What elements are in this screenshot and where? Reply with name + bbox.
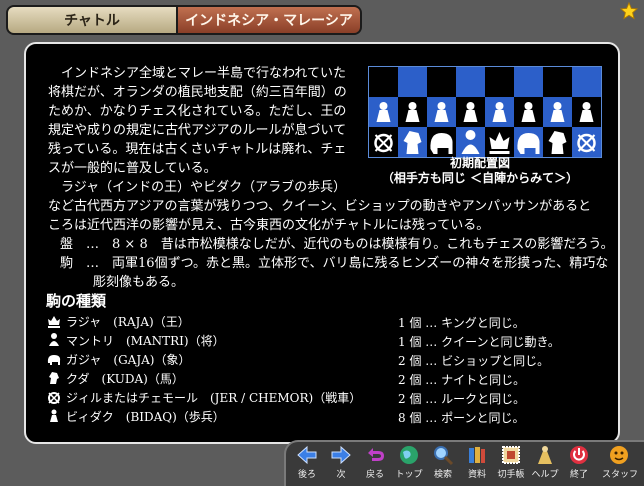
intro-line: 将棋だが、オランダの植民地支配（約三百年間）の <box>48 85 347 100</box>
board-square <box>514 67 543 97</box>
intro-line: スが一般的に普及している。 <box>48 161 217 176</box>
stamp-icon <box>502 446 520 464</box>
back-arrow-icon <box>297 445 317 465</box>
note-label: 盤 <box>60 237 74 252</box>
navigation-toolbar: 後ろ 次 戻る トップ 検索 資料 切手帳 ヘルプ 終了 スタッフ <box>284 440 644 486</box>
power-icon <box>570 446 588 464</box>
board-square <box>369 67 398 97</box>
piece-row-mantri: マントリ (MANTRI)（将） <box>46 331 225 349</box>
intro-line: ラジャ（インドの王）やビダク（アラブの歩兵） <box>48 180 347 195</box>
materials-button[interactable]: 資料 <box>462 444 492 484</box>
stamp-book-button[interactable]: 切手帳 <box>496 444 526 484</box>
caption-title: 初期配置図 <box>449 156 510 170</box>
piece-name: ガジャ (GAJA)（象） <box>66 352 191 367</box>
tab-bar: チャトル インドネシア・マレーシア <box>6 5 362 35</box>
intro-line: 残っている。現在は古くさいチャトルは廃れ、チェ <box>48 142 347 157</box>
button-label: 次 <box>336 470 346 480</box>
board-square <box>485 67 514 97</box>
intro-text: インドネシア全域とマレー半島で行なわれていた 将棋だが、オランダの植民地支配（約… <box>48 64 347 197</box>
piece-row-kuda: クダ (KUDA)（馬） <box>46 369 184 387</box>
top-button[interactable]: トップ <box>394 444 424 484</box>
piece-name: マントリ (MANTRI)（将） <box>66 333 225 348</box>
staff-button[interactable]: スタッフ <box>602 444 639 484</box>
piece-row-gaja: ガジャ (GAJA)（象） <box>46 350 191 368</box>
intro-line: ためか、かなりチェス化されている。ただし、王の <box>48 104 347 119</box>
note-pieces: 駒 … 両軍16個ずつ。赤と黒。立体形で、バリ島に残るヒンズーの神々を形摸った、… <box>60 254 608 273</box>
chariot-icon <box>48 392 60 404</box>
piece-count: 2 個 … ナイトと同じ。 <box>398 373 526 387</box>
board-square <box>427 67 456 97</box>
button-label: 検索 <box>433 470 452 480</box>
button-label: 戻る <box>365 470 384 480</box>
pieces-heading: 駒の種類 <box>46 292 107 310</box>
button-label: 終了 <box>569 470 588 480</box>
piece-count: 8 個 … ポーンと同じ。 <box>398 411 525 425</box>
exit-button[interactable]: 終了 <box>564 444 594 484</box>
caption-note: （相手方も同じ ＜自陣からみて＞） <box>381 171 579 185</box>
piece-name: クダ (KUDA)（馬） <box>66 371 184 386</box>
button-label: トップ <box>395 470 423 480</box>
search-button[interactable]: 検索 <box>428 444 458 484</box>
button-label: 資料 <box>467 470 486 480</box>
initial-setup-board <box>368 66 602 158</box>
piece-row-bidaq: ビィダク (BIDAQ)（歩兵） <box>46 407 225 425</box>
piece-count: 2 個 … ビショップと同じ。 <box>398 354 550 368</box>
button-label: 後ろ <box>297 470 316 480</box>
star-icon <box>620 2 638 20</box>
books-icon <box>469 447 485 463</box>
button-label: スタッフ <box>602 470 639 480</box>
board-square <box>398 67 427 97</box>
intro-line: インドネシア全域とマレー半島で行なわれていた <box>48 66 346 81</box>
board-square <box>543 67 572 97</box>
queen-icon <box>49 333 59 346</box>
button-label: 切手帳 <box>497 470 525 480</box>
piece-name: ジィルまたはチェモール (JER / CHEMOR)（戦車） <box>66 390 362 405</box>
elephant-icon <box>47 355 61 365</box>
piece-row-jer: ジィルまたはチェモール (JER / CHEMOR)（戦車） <box>46 388 361 406</box>
note-label: 駒 <box>60 256 74 271</box>
body-line: ころは近代西洋の影響が見え、古今東西の文化がチャトルには残っている。 <box>48 218 490 233</box>
button-label: ヘルプ <box>531 470 559 480</box>
horse-icon <box>49 372 59 384</box>
tab-chatur[interactable]: チャトル <box>8 7 176 33</box>
piece-count: 1 個 … キングと同じ。 <box>398 316 525 330</box>
next-arrow-icon <box>331 445 351 465</box>
note-pieces-cont: 彫刻像もある。 <box>93 275 185 290</box>
next-button[interactable]: 次 <box>326 444 356 484</box>
board-square <box>456 67 485 97</box>
board-caption: 初期配置図 （相手方も同じ ＜自陣からみて＞） <box>356 156 604 186</box>
tab-indonesia-malaysia[interactable]: インドネシア・マレーシア <box>176 7 360 33</box>
king-icon <box>48 316 60 328</box>
board-square <box>572 67 601 97</box>
globe-icon <box>400 446 418 464</box>
help-icon <box>538 446 552 464</box>
piece-name: ビィダク (BIDAQ)（歩兵） <box>66 409 225 424</box>
pawn-icon <box>50 409 58 422</box>
back-button[interactable]: 後ろ <box>292 444 322 484</box>
note-text: … 両軍16個ずつ。赤と黒。立体形で、バリ島に残るヒンズーの神々を形摸った、精巧… <box>86 256 609 271</box>
body-line: など古代西方アジアの言葉が残りつつ、クイーン、ビショップの動きやアンパッサンがあ… <box>48 199 592 214</box>
piece-row-raja: ラジャ (RAJA)（王） <box>46 312 190 330</box>
content-panel: インドネシア全域とマレー半島で行なわれていた 将棋だが、オランダの植民地支配（約… <box>24 42 620 444</box>
magnifier-icon <box>434 446 454 466</box>
intro-line: 規定や成りの規定に古代アジアのルールが息づいて <box>48 123 347 138</box>
help-button[interactable]: ヘルプ <box>530 444 560 484</box>
return-button[interactable]: 戻る <box>360 444 390 484</box>
return-icon <box>368 448 384 461</box>
piece-name: ラジャ (RAJA)（王） <box>66 314 190 329</box>
piece-count: 2 個 … ルークと同じ。 <box>398 392 526 406</box>
note-board: 盤 … 8 × 8 昔は市松模様なしだが、近代のものは模様有り。これもチェスの影… <box>60 235 614 254</box>
piece-count: 1 個 … クイーンと同じ動き。 <box>398 335 560 349</box>
note-text: … 8 × 8 昔は市松模様なしだが、近代のものは模様有り。これもチェスの影響だ… <box>86 237 614 252</box>
staff-icon <box>610 446 628 464</box>
